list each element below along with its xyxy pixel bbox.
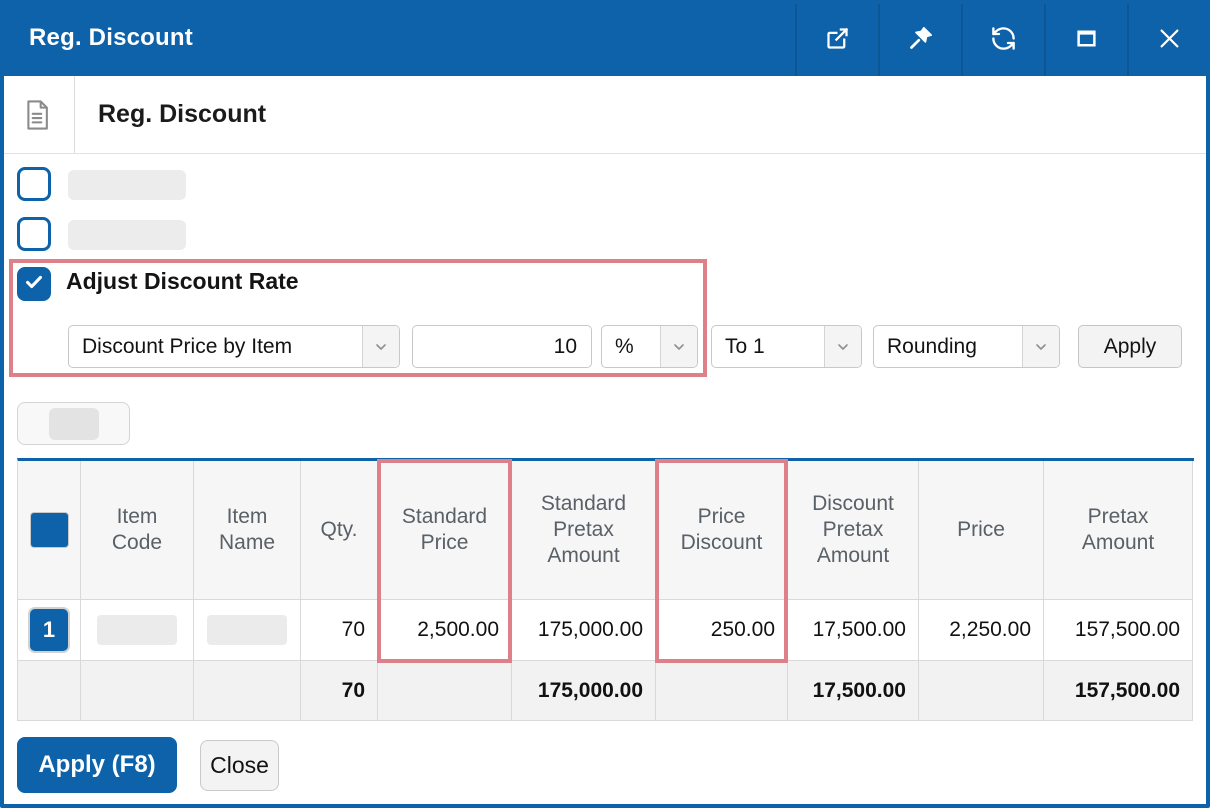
discount-rate-input[interactable] [412, 325, 592, 368]
rounding-method-value: Rounding [874, 326, 1022, 367]
summary-empty-cell [919, 661, 1044, 721]
col-header-item-name: Item Name [194, 461, 301, 600]
row-number-cell: 1 [18, 600, 81, 661]
option-2-label-redacted [68, 220, 186, 250]
apply-rate-button[interactable]: Apply [1078, 325, 1182, 368]
chevron-down-icon [362, 326, 399, 367]
col-header-standard-pretax-amount: Standard Pretax Amount [512, 461, 656, 600]
col-header-price-discount: Price Discount [656, 461, 788, 600]
row-select-button[interactable]: 1 [30, 609, 68, 651]
qty-cell: 70 [301, 600, 378, 661]
discount-items-table: Item Code Item Name Qty. Standard Price … [17, 458, 1194, 721]
select-all-checkbox[interactable] [31, 513, 68, 547]
summary-qty-cell: 70 [301, 661, 378, 721]
option-1-label-redacted [68, 170, 186, 200]
adjust-discount-rate-label: Adjust Discount Rate [66, 268, 299, 295]
summary-empty-cell [378, 661, 512, 721]
window-title: Reg. Discount [0, 24, 193, 52]
pretax-amount-cell: 157,500.00 [1044, 600, 1193, 661]
maximize-icon [1073, 25, 1100, 52]
summary-standard-pretax-amount-cell: 175,000.00 [512, 661, 656, 721]
summary-empty-cell [194, 661, 301, 721]
adjust-discount-rate-checkbox[interactable] [17, 267, 51, 301]
redacted-button-label [49, 408, 99, 440]
close-button[interactable]: Close [200, 740, 279, 791]
open-new-window-button[interactable] [795, 0, 878, 76]
rounding-method-select[interactable]: Rounding [873, 325, 1060, 368]
option-2-checkbox[interactable] [17, 217, 51, 251]
select-all-header-cell [18, 461, 81, 600]
chevron-down-icon [1022, 326, 1059, 367]
item-name-cell [194, 600, 301, 661]
pin-icon [907, 25, 934, 52]
round-to-value: To 1 [712, 326, 824, 367]
summary-empty-cell [18, 661, 81, 721]
summary-empty-cell [81, 661, 194, 721]
reg-discount-dialog: Reg. Discount [0, 0, 1210, 808]
external-link-icon [824, 25, 851, 52]
price-discount-cell: 250.00 [656, 600, 788, 661]
refresh-icon [990, 25, 1017, 52]
item-name-redacted [207, 615, 287, 645]
chevron-down-icon [660, 326, 697, 367]
discount-method-value: Discount Price by Item [69, 326, 362, 367]
summary-empty-cell [656, 661, 788, 721]
close-icon [1156, 25, 1183, 52]
checkmark-icon [23, 271, 45, 298]
page-title: Reg. Discount [75, 76, 266, 153]
item-code-redacted [97, 615, 177, 645]
col-header-price: Price [919, 461, 1044, 600]
adjust-discount-rate-section: Adjust Discount Rate Discount Price by I… [9, 259, 707, 377]
refresh-button[interactable] [961, 0, 1044, 76]
discount-pretax-amount-cell: 17,500.00 [788, 600, 919, 661]
option-1-checkbox[interactable] [17, 167, 51, 201]
col-header-discount-pretax-amount: Discount Pretax Amount [788, 461, 919, 600]
col-header-standard-price: Standard Price [378, 461, 512, 600]
item-code-cell [81, 600, 194, 661]
apply-f8-button[interactable]: Apply (F8) [17, 737, 177, 793]
col-header-pretax-amount: Pretax Amount [1044, 461, 1193, 600]
maximize-button[interactable] [1044, 0, 1127, 76]
pin-button[interactable] [878, 0, 961, 76]
page-header: Reg. Discount [0, 76, 1210, 154]
standard-price-cell: 2,500.00 [378, 600, 512, 661]
title-bar: Reg. Discount [0, 0, 1210, 76]
discount-method-select[interactable]: Discount Price by Item [68, 325, 400, 368]
price-cell: 2,250.00 [919, 600, 1044, 661]
standard-pretax-amount-cell: 175,000.00 [512, 600, 656, 661]
summary-discount-pretax-amount-cell: 17,500.00 [788, 661, 919, 721]
close-window-button[interactable] [1127, 0, 1210, 76]
round-to-select[interactable]: To 1 [711, 325, 862, 368]
titlebar-actions [795, 0, 1210, 76]
rate-unit-select[interactable]: % [601, 325, 698, 368]
chevron-down-icon [824, 326, 861, 367]
summary-pretax-amount-cell: 157,500.00 [1044, 661, 1193, 721]
redacted-toolbar-button[interactable] [17, 402, 130, 445]
col-header-qty: Qty. [301, 461, 378, 600]
document-icon [0, 76, 75, 153]
col-header-item-code: Item Code [81, 461, 194, 600]
rate-unit-value: % [602, 326, 660, 367]
